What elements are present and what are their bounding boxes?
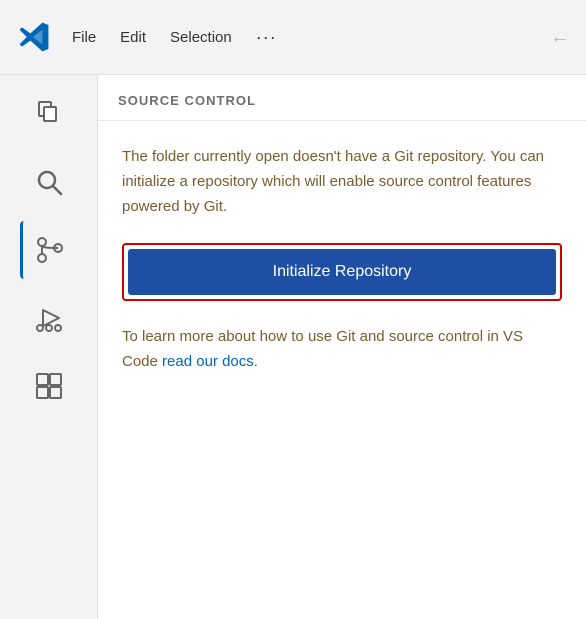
source-control-panel: SOURCE CONTROL The folder currently open… (98, 75, 586, 619)
menu-more[interactable]: ··· (256, 27, 277, 48)
panel-header: SOURCE CONTROL (98, 75, 586, 121)
menu-selection[interactable]: Selection (170, 29, 232, 46)
menu-bar: File Edit Selection ··· (72, 27, 277, 48)
back-arrow-icon[interactable]: ← (550, 26, 570, 49)
title-bar: File Edit Selection ··· ← (0, 0, 586, 75)
sidebar-item-source-control[interactable] (20, 221, 78, 279)
init-button-wrapper: Initialize Repository (122, 243, 562, 301)
sidebar-item-extensions[interactable] (20, 357, 78, 415)
activity-bar (0, 75, 98, 619)
sidebar-item-explorer[interactable] (20, 85, 78, 143)
main-layout: SOURCE CONTROL The folder currently open… (0, 75, 586, 619)
sidebar-item-run-debug[interactable] (20, 289, 78, 347)
read-docs-link[interactable]: read our docs (162, 353, 254, 370)
panel-content: The folder currently open doesn't have a… (98, 121, 586, 619)
initialize-repository-button[interactable]: Initialize Repository (128, 249, 556, 295)
sidebar-item-search[interactable] (20, 153, 78, 211)
learn-text: To learn more about how to use Git and s… (122, 325, 562, 375)
menu-file[interactable]: File (72, 29, 96, 46)
vscode-logo-icon (16, 19, 52, 55)
menu-edit[interactable]: Edit (120, 29, 146, 46)
learn-text-after: . (254, 353, 258, 370)
info-text: The folder currently open doesn't have a… (122, 145, 562, 219)
